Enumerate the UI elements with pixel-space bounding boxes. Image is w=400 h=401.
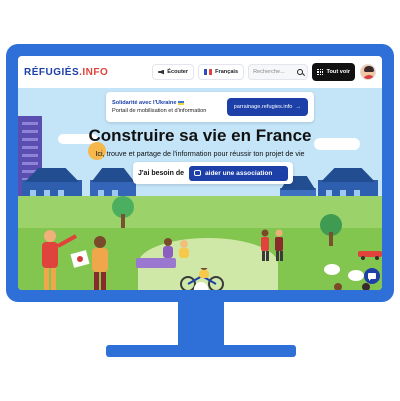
chat-icon <box>368 273 376 281</box>
screen: RÉFUGIÉS .INFO Écouter Français Recherche… <box>18 56 382 290</box>
ukraine-banner-subtitle: Portail de mobilisation et d'information <box>112 108 207 114</box>
hero-title: Construire sa vie en France <box>88 126 312 145</box>
see-all-button[interactable]: Tout voir <box>312 63 355 81</box>
flag-france-icon <box>204 69 213 75</box>
need-dropdown[interactable]: aider une association <box>189 165 288 181</box>
scroll-indicator[interactable] <box>194 282 208 290</box>
listen-label: Écouter <box>167 69 189 75</box>
need-selector: J'ai besoin de aider une association <box>133 162 293 184</box>
monitor-stand-base <box>106 345 296 357</box>
car <box>358 251 382 260</box>
ukraine-banner-text: Solidarité avec l'Ukraine Portail de mob… <box>112 100 227 114</box>
language-button[interactable]: Français <box>198 64 245 80</box>
logo-main: RÉFUGIÉS <box>24 66 80 78</box>
hero-subtitle: Ici, trouve et partage de l'information … <box>95 149 305 158</box>
see-all-label: Tout voir <box>326 69 350 75</box>
ukraine-banner-title: Solidarité avec l'Ukraine <box>112 100 227 106</box>
parrainage-link-label: parrainage.refugies.info <box>233 104 293 110</box>
flag-ukraine-icon <box>178 100 185 105</box>
site-header: RÉFUGIÉS .INFO Écouter Français Recherche… <box>18 56 382 88</box>
speaker-icon <box>158 69 165 75</box>
walking-couple <box>261 229 283 261</box>
site-logo[interactable]: RÉFUGIÉS .INFO <box>24 67 108 78</box>
monitor-frame: RÉFUGIÉS .INFO Écouter Français Recherche… <box>6 44 394 302</box>
search-input[interactable]: Recherche... <box>248 64 309 80</box>
parrainage-link-button[interactable]: parrainage.refugies.info → <box>226 98 308 116</box>
monitor-stand-neck <box>178 302 224 346</box>
need-dropdown-value: aider une association <box>205 169 273 177</box>
search-icon[interactable] <box>297 69 304 75</box>
avatar[interactable] <box>360 64 376 80</box>
arrow-right-icon: → <box>295 104 301 110</box>
speech-bubble <box>348 270 364 281</box>
need-label: J'ai besoin de <box>138 169 185 177</box>
ukraine-banner: Solidarité avec l'Ukraine Portail de mob… <box>106 92 314 122</box>
search-placeholder: Recherche... <box>253 69 285 75</box>
listen-button[interactable]: Écouter <box>152 64 195 80</box>
people-on-bench <box>163 238 189 258</box>
chat-button[interactable] <box>364 268 380 284</box>
person-reading <box>42 230 108 290</box>
speech-bubble <box>324 264 340 275</box>
grid-icon <box>317 68 324 76</box>
hands-icon <box>194 170 202 176</box>
language-label: Français <box>215 69 239 75</box>
logo-accent: .INFO <box>79 66 109 78</box>
